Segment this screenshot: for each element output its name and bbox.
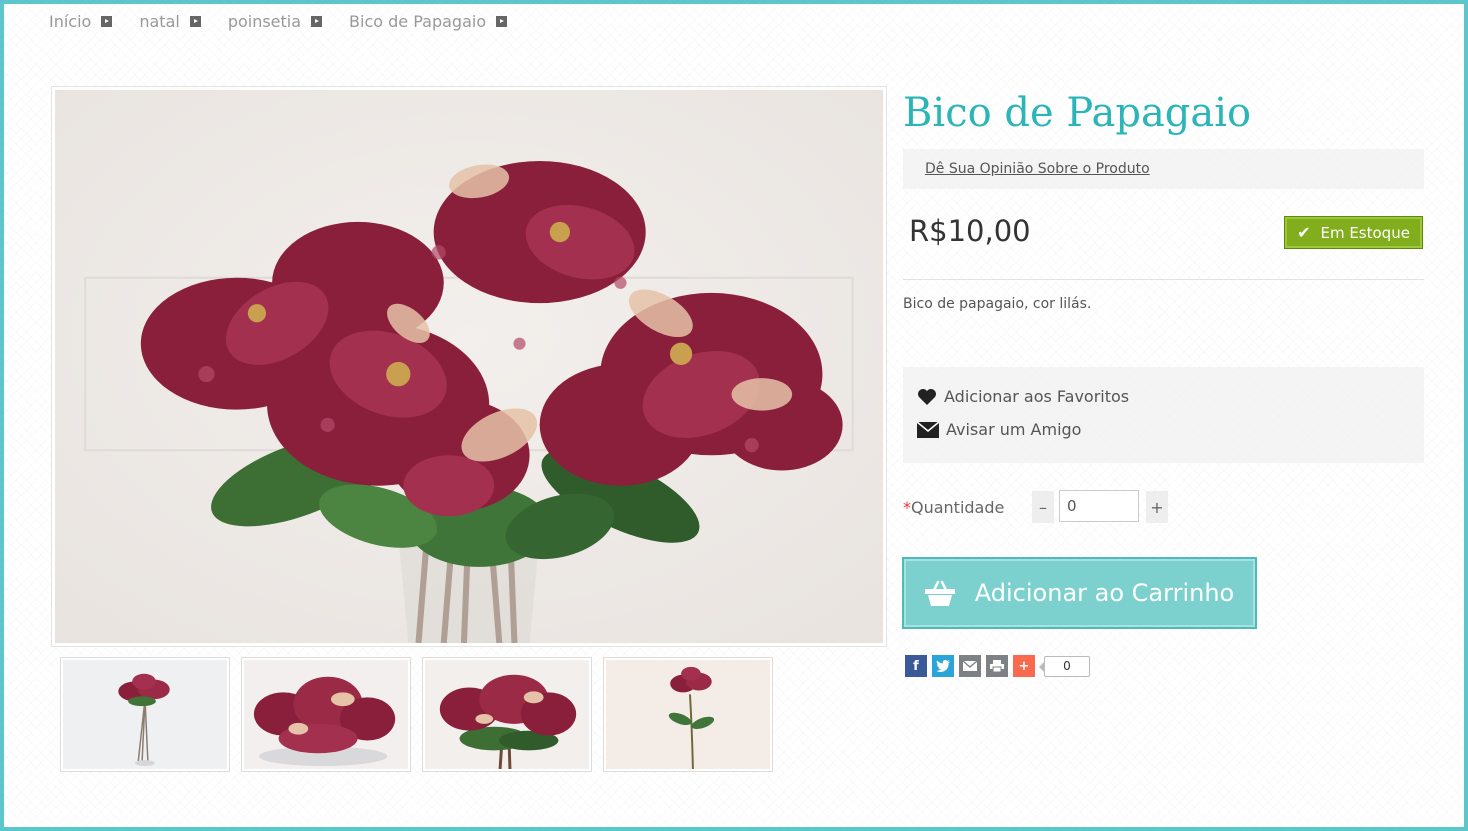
breadcrumb-label[interactable]: Início — [49, 12, 91, 31]
twitter-icon[interactable] — [932, 655, 954, 677]
add-to-cart-button[interactable]: Adicionar ao Carrinho — [902, 557, 1257, 629]
thumbnail-strip — [60, 657, 784, 772]
check-icon: ✔ — [1297, 223, 1311, 242]
email-share-icon[interactable] — [959, 655, 981, 677]
breadcrumb-item-inicio[interactable]: Início — [49, 12, 113, 31]
breadcrumb: Início natal poinsetia Bico de Papagaio — [49, 12, 534, 31]
product-thumbnail[interactable] — [422, 657, 592, 772]
product-main-image[interactable] — [51, 86, 887, 647]
breadcrumb-item-current[interactable]: Bico de Papagaio — [349, 12, 508, 31]
product-description: Bico de papagaio, cor lilás. — [903, 296, 1092, 312]
add-share-icon[interactable]: + — [1013, 655, 1035, 677]
breadcrumb-label[interactable]: natal — [139, 12, 179, 31]
chevron-right-icon — [189, 16, 201, 27]
write-review-link[interactable]: Dê Sua Opinião Sobre o Produto — [925, 161, 1150, 177]
product-thumbnail[interactable] — [60, 657, 230, 772]
thumbnail-image — [244, 660, 408, 769]
envelope-icon — [917, 421, 939, 438]
divider — [903, 279, 1424, 280]
tell-friend-label[interactable]: Avisar um Amigo — [946, 420, 1081, 439]
product-actions: Adicionar aos Favoritos Avisar um Amigo — [903, 367, 1424, 463]
tell-a-friend-link[interactable]: Avisar um Amigo — [917, 420, 1081, 439]
quantity-label-text: Quantidade — [911, 498, 1005, 517]
breadcrumb-item-poinsetia[interactable]: poinsetia — [228, 12, 323, 31]
product-title: Bico de Papagaio — [903, 90, 1252, 136]
quantity-increment-button[interactable]: + — [1146, 491, 1168, 523]
review-bar: Dê Sua Opinião Sobre o Produto — [903, 149, 1424, 189]
breadcrumb-item-natal[interactable]: natal — [139, 12, 201, 31]
thumbnail-image — [425, 660, 589, 769]
chevron-right-icon — [101, 16, 113, 27]
breadcrumb-label[interactable]: Bico de Papagaio — [349, 12, 486, 31]
quantity-label: *Quantidade — [903, 498, 1004, 517]
thumbnail-image — [63, 660, 227, 769]
print-icon[interactable] — [986, 655, 1008, 677]
chevron-right-icon — [496, 16, 508, 27]
breadcrumb-label[interactable]: poinsetia — [228, 12, 301, 31]
poinsettia-bouquet-image — [55, 90, 883, 643]
quantity-decrement-button[interactable]: – — [1032, 491, 1054, 523]
stock-label: Em Estoque — [1320, 223, 1410, 242]
share-bar: f + 0 — [905, 655, 1090, 677]
chevron-right-icon — [311, 16, 323, 27]
product-thumbnail[interactable] — [241, 657, 411, 772]
thumbnail-image — [606, 660, 770, 769]
quantity-input[interactable] — [1059, 490, 1139, 522]
stock-badge: ✔ Em Estoque — [1284, 216, 1423, 249]
share-count: 0 — [1039, 655, 1090, 677]
heart-icon — [918, 388, 936, 405]
add-to-favorites-link[interactable]: Adicionar aos Favoritos — [917, 387, 1129, 406]
basket-icon — [924, 580, 955, 606]
required-mark: * — [903, 498, 911, 517]
facebook-icon[interactable]: f — [905, 655, 927, 677]
add-to-cart-label[interactable]: Adicionar ao Carrinho — [975, 579, 1234, 607]
favorites-label[interactable]: Adicionar aos Favoritos — [944, 387, 1129, 406]
product-thumbnail[interactable] — [603, 657, 773, 772]
product-price: R$10,00 — [909, 214, 1031, 248]
